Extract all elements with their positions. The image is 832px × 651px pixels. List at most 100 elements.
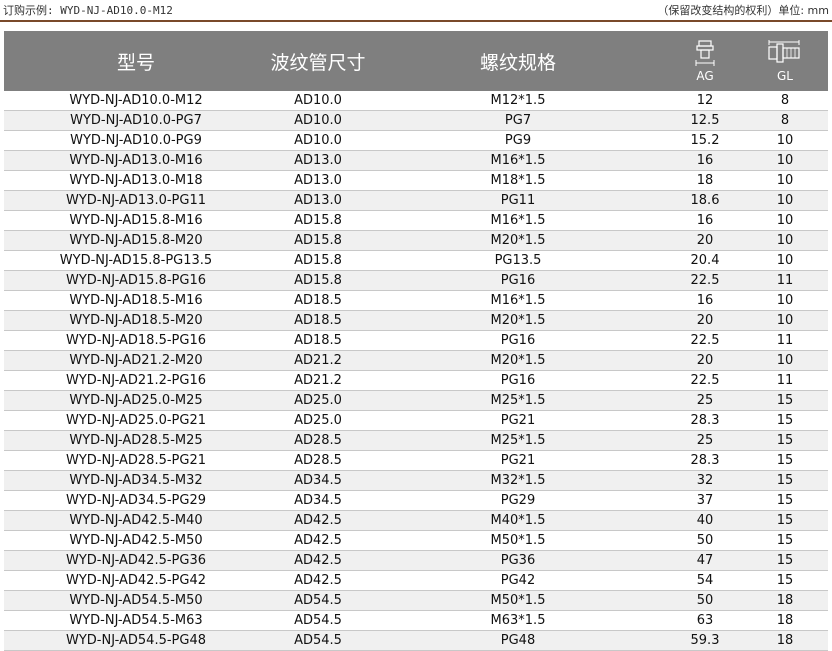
cell-ag: 18	[668, 170, 742, 191]
table-row: WYD-NJ-AD21.2-PG16 AD21.2 PG16 22.5 11	[4, 370, 828, 391]
top-divider	[0, 20, 832, 22]
cell-gl: 10	[742, 230, 828, 251]
cell-model: WYD-NJ-AD28.5-PG21	[4, 450, 268, 471]
cell-model: WYD-NJ-AD54.5-PG48	[4, 630, 268, 651]
top-bar: 订购示例: WYD-NJ-AD10.0-M12 （保留改变结构的权利）单位: m…	[0, 0, 832, 20]
cell-model: WYD-NJ-AD34.5-PG29	[4, 490, 268, 511]
cell-thread-spec: PG21	[368, 450, 668, 471]
table-row: WYD-NJ-AD28.5-PG21 AD28.5 PG21 28.3 15	[4, 450, 828, 471]
table-row: WYD-NJ-AD10.0-PG7 AD10.0 PG7 12.5 8	[4, 110, 828, 131]
header-hose-size: 波纹管尺寸	[268, 31, 368, 91]
cell-thread-spec: M12*1.5	[368, 91, 668, 111]
order-example: 订购示例: WYD-NJ-AD10.0-M12	[3, 4, 173, 17]
table-row: WYD-NJ-AD10.0-M12 AD10.0 M12*1.5 12 8	[4, 91, 828, 111]
cell-gl: 15	[742, 550, 828, 571]
cell-thread-spec: M63*1.5	[368, 610, 668, 631]
cell-hose-size: AD25.0	[268, 410, 368, 431]
cell-model: WYD-NJ-AD28.5-M25	[4, 430, 268, 451]
cell-thread-spec: M25*1.5	[368, 430, 668, 451]
cell-gl: 10	[742, 310, 828, 331]
spec-table-body: WYD-NJ-AD10.0-M12 AD10.0 M12*1.5 12 8 WYD-NJ-…	[4, 91, 828, 651]
cell-hose-size: AD13.0	[268, 190, 368, 211]
table-row: WYD-NJ-AD18.5-PG16 AD18.5 PG16 22.5 11	[4, 330, 828, 351]
cell-hose-size: AD18.5	[268, 290, 368, 311]
cell-gl: 10	[742, 290, 828, 311]
cell-gl: 11	[742, 370, 828, 391]
header-thread-spec: 螺纹规格	[368, 31, 668, 91]
fitting-ag-icon	[695, 40, 715, 66]
cell-ag: 25	[668, 390, 742, 411]
cell-model: WYD-NJ-AD15.8-M16	[4, 210, 268, 231]
cell-thread-spec: PG13.5	[368, 250, 668, 271]
cell-ag: 47	[668, 550, 742, 571]
cell-thread-spec: PG7	[368, 110, 668, 131]
cell-gl: 15	[742, 390, 828, 411]
cell-thread-spec: M20*1.5	[368, 230, 668, 251]
table-row: WYD-NJ-AD18.5-M20 AD18.5 M20*1.5 20 10	[4, 310, 828, 331]
header-model: 型号	[4, 31, 268, 91]
cell-gl: 11	[742, 270, 828, 291]
cell-ag: 20	[668, 310, 742, 331]
cell-gl: 10	[742, 350, 828, 371]
cell-gl: 15	[742, 570, 828, 591]
spec-table: 型号 波纹管尺寸 螺纹规格 AG GL WYD-NJ-AD10.0-M12 AD…	[4, 31, 828, 651]
cell-thread-spec: PG16	[368, 330, 668, 351]
cell-model: WYD-NJ-AD42.5-M50	[4, 530, 268, 551]
header-ag: AG	[668, 31, 742, 91]
cell-gl: 15	[742, 430, 828, 451]
cell-ag: 22.5	[668, 270, 742, 291]
cell-hose-size: AD13.0	[268, 150, 368, 171]
cell-model: WYD-NJ-AD18.5-M16	[4, 290, 268, 311]
cell-gl: 8	[742, 110, 828, 131]
cell-thread-spec: PG16	[368, 370, 668, 391]
cell-hose-size: AD42.5	[268, 570, 368, 591]
cell-model: WYD-NJ-AD15.8-PG16	[4, 270, 268, 291]
cell-gl: 11	[742, 330, 828, 351]
cell-thread-spec: M16*1.5	[368, 150, 668, 171]
cell-gl: 10	[742, 250, 828, 271]
cell-thread-spec: M16*1.5	[368, 290, 668, 311]
header-gl-label: GL	[777, 69, 793, 83]
table-row: WYD-NJ-AD34.5-M32 AD34.5 M32*1.5 32 15	[4, 470, 828, 491]
table-row: WYD-NJ-AD25.0-M25 AD25.0 M25*1.5 25 15	[4, 390, 828, 411]
cell-hose-size: AD21.2	[268, 370, 368, 391]
cell-model: WYD-NJ-AD21.2-PG16	[4, 370, 268, 391]
cell-thread-spec: M18*1.5	[368, 170, 668, 191]
cell-ag: 25	[668, 430, 742, 451]
cell-thread-spec: M40*1.5	[368, 510, 668, 531]
cell-ag: 28.3	[668, 450, 742, 471]
cell-hose-size: AD34.5	[268, 470, 368, 491]
cell-thread-spec: M20*1.5	[368, 310, 668, 331]
cell-gl: 15	[742, 530, 828, 551]
cell-gl: 18	[742, 630, 828, 651]
cell-thread-spec: PG11	[368, 190, 668, 211]
table-row: WYD-NJ-AD10.0-PG9 AD10.0 PG9 15.2 10	[4, 130, 828, 151]
cell-gl: 10	[742, 190, 828, 211]
cell-thread-spec: PG21	[368, 410, 668, 431]
cell-gl: 18	[742, 590, 828, 611]
cell-gl: 15	[742, 510, 828, 531]
cell-ag: 32	[668, 470, 742, 491]
cell-ag: 40	[668, 510, 742, 531]
cell-hose-size: AD15.8	[268, 230, 368, 251]
cell-model: WYD-NJ-AD13.0-PG11	[4, 190, 268, 211]
cell-gl: 8	[742, 91, 828, 111]
cell-ag: 28.3	[668, 410, 742, 431]
table-row: WYD-NJ-AD42.5-PG42 AD42.5 PG42 54 15	[4, 570, 828, 591]
cell-gl: 10	[742, 210, 828, 231]
cell-model: WYD-NJ-AD15.8-PG13.5	[4, 250, 268, 271]
cell-thread-spec: M32*1.5	[368, 470, 668, 491]
cell-gl: 15	[742, 410, 828, 431]
cell-model: WYD-NJ-AD34.5-M32	[4, 470, 268, 491]
cell-hose-size: AD13.0	[268, 170, 368, 191]
cell-thread-spec: PG16	[368, 270, 668, 291]
cell-hose-size: AD10.0	[268, 91, 368, 111]
cell-ag: 22.5	[668, 370, 742, 391]
header-ag-label: AG	[696, 69, 714, 83]
cell-hose-size: AD10.0	[268, 110, 368, 131]
cell-hose-size: AD54.5	[268, 630, 368, 651]
spec-table-container: 型号 波纹管尺寸 螺纹规格 AG GL WYD-NJ-AD10.0-M12 AD…	[4, 31, 828, 651]
table-row: WYD-NJ-AD15.8-PG16 AD15.8 PG16 22.5 11	[4, 270, 828, 291]
cell-ag: 15.2	[668, 130, 742, 151]
cell-gl: 15	[742, 490, 828, 511]
